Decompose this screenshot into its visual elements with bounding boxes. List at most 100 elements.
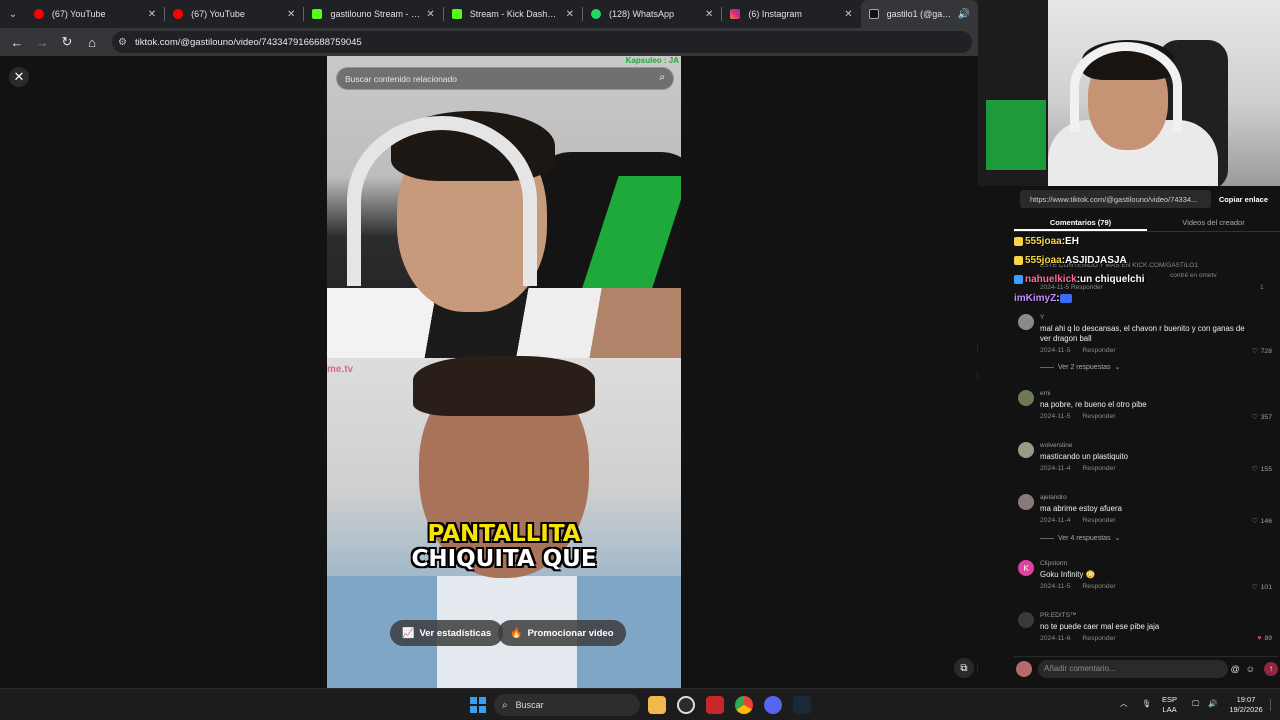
app-icon[interactable] [706, 696, 724, 714]
mention-icon[interactable]: @ [1231, 664, 1240, 674]
clock[interactable]: 19:07 19/2/2026 [1228, 695, 1264, 715]
tab-title: (67) YouTube [191, 9, 245, 19]
send-button[interactable]: ↑ [1264, 661, 1278, 676]
avatar[interactable] [1018, 494, 1034, 510]
reply-button[interactable]: Responder [1082, 413, 1115, 420]
comment-user[interactable]: Clipstorm [1040, 560, 1067, 567]
microphone-icon[interactable]: 🎙 [1142, 699, 1152, 709]
chevron-up-icon[interactable]: ︿ [1120, 699, 1128, 709]
badge-icon [1014, 256, 1023, 265]
like-button[interactable]: ♡ 155 [1252, 465, 1272, 473]
view-replies-button[interactable]: Ver 4 respuestas ⌄ [1040, 534, 1120, 542]
close-viewer-button[interactable]: ✕ [9, 67, 29, 87]
related-search-input[interactable]: Buscar contenido relacionado ⌕ [336, 67, 674, 90]
view-replies-button[interactable]: Ver 2 respuestas ⌄ [1040, 363, 1120, 371]
close-icon[interactable]: ✕ [148, 9, 156, 20]
reply-button[interactable]: Responder [1082, 465, 1115, 472]
language-indicator[interactable]: ESP LAA [1162, 695, 1177, 715]
browser-tab[interactable]: (67) YouTube ✕ [26, 0, 164, 28]
browser-tab[interactable]: (67) YouTube ✕ [165, 0, 303, 28]
comment-meta: 2024-11-5 Responder [1040, 413, 1116, 420]
speaker-icon[interactable]: 🔊 [958, 9, 970, 20]
comment-text: masticando un plastiquito [1040, 452, 1128, 461]
like-button[interactable]: ♡ 728 [1252, 347, 1272, 355]
comment-input[interactable]: Añadir comentario... [1038, 659, 1228, 678]
close-icon[interactable]: ✕ [287, 9, 295, 20]
start-button[interactable] [470, 697, 486, 713]
obs-icon[interactable] [677, 696, 695, 714]
taskbar-search[interactable]: ⌕ Buscar [494, 694, 640, 716]
chrome-icon[interactable] [735, 696, 753, 714]
comment-text: mal ahi q lo descansas, el chavon r buen… [1040, 324, 1245, 343]
comment-user[interactable]: PR.EDITS™ [1040, 612, 1076, 619]
chat-message: nahuelkick : un chiquelchi [1014, 270, 1280, 289]
browser-tab[interactable]: gastilouno Stream - Watch ✕ [304, 0, 442, 28]
volume-icon[interactable]: 🔊 [1208, 699, 1217, 709]
tab-title: gastilo1 (@gastilouno [886, 9, 952, 19]
emoji-icon[interactable]: ☺ [1246, 664, 1255, 674]
avatar[interactable] [1018, 314, 1034, 330]
like-count: 101 [1260, 584, 1272, 591]
tab-creator-videos[interactable]: Videos del creador [1147, 214, 1280, 231]
reply-button[interactable]: Responder [1082, 583, 1115, 590]
tab-comments[interactable]: Comentarios (79) [1014, 214, 1147, 231]
browser-tab[interactable]: (128) WhatsApp ✕ [583, 0, 721, 28]
tab-title: (128) WhatsApp [609, 9, 675, 19]
steam-icon[interactable] [793, 696, 811, 714]
comment-user[interactable]: wolverstine [1040, 442, 1073, 449]
heart-icon: ♡ [1251, 518, 1258, 525]
address-bar[interactable]: ⚙ tiktok.com/@gastilouno/video/743347916… [112, 31, 972, 53]
discord-icon[interactable] [764, 696, 782, 714]
display-icon[interactable]: 🖵 [1192, 699, 1199, 709]
comment-user[interactable]: emi [1040, 390, 1050, 397]
panel-tabs: Comentarios (79) Videos del creador [1014, 214, 1280, 232]
comment-item: emi na pobre, re bueno el otro pibe 2024… [1018, 390, 1280, 424]
avatar[interactable]: K [1018, 560, 1034, 576]
heart-icon: ♡ [1251, 414, 1258, 421]
reply-button[interactable]: Responder [1082, 347, 1115, 354]
comment-user[interactable]: ajelandro [1040, 494, 1067, 501]
browser-tab[interactable]: Stream - Kick Dashboard ✕ [444, 0, 582, 28]
site-info-icon[interactable]: ⚙ [118, 37, 127, 48]
close-icon[interactable]: ✕ [705, 9, 713, 20]
browser-tab-active[interactable]: gastilo1 (@gastilouno 🔊 [860, 0, 979, 28]
video-player[interactable]: me.tv Buscar contenido relacionado ⌕ Kap… [327, 56, 681, 688]
close-icon[interactable]: ✕ [566, 9, 574, 20]
reply-button[interactable]: Responder [1082, 517, 1115, 524]
clock-date: 19/2/2026 [1229, 705, 1263, 714]
file-explorer-icon[interactable] [648, 696, 666, 714]
video-caption: PANTALLITA CHIQUITA QUE [327, 522, 681, 572]
like-button[interactable]: ♡ 101 [1252, 583, 1272, 591]
promote-video-button[interactable]: 🔥 Promocionar video [498, 620, 626, 646]
tiktok-icon [868, 9, 879, 19]
close-icon[interactable]: ✕ [426, 9, 434, 20]
comment-user[interactable]: Y [1040, 314, 1044, 321]
comment-text: ma abrime estoy afuera [1040, 504, 1122, 513]
chat-text: EH [1065, 236, 1079, 247]
browser-toolbar: ← → ↻ ⌂ ⚙ tiktok.com/@gastilouno/video/7… [0, 28, 978, 56]
back-button[interactable]: ← [6, 31, 28, 53]
like-button[interactable]: ♡ 357 [1252, 413, 1272, 421]
reload-button[interactable]: ↻ [56, 31, 78, 53]
like-button[interactable]: ♡ 146 [1252, 517, 1272, 525]
related-search-placeholder: Buscar contenido relacionado [345, 73, 457, 84]
copy-link-button[interactable]: Copiar enlace [1211, 195, 1276, 204]
reply-button[interactable]: Responder [1082, 635, 1115, 642]
like-button[interactable]: ♥ 89 [1257, 635, 1272, 642]
search-icon[interactable]: ⌕ [659, 72, 665, 83]
home-button[interactable]: ⌂ [81, 31, 103, 53]
avatar[interactable] [1018, 442, 1034, 458]
comment-placeholder: Añadir comentario... [1044, 664, 1116, 673]
tab-search-button[interactable]: ⌄ [0, 0, 26, 28]
close-icon[interactable]: ✕ [844, 9, 852, 20]
avatar [1016, 660, 1032, 677]
avatar[interactable] [1018, 612, 1034, 628]
headset-image [347, 116, 537, 286]
floating-player-button[interactable]: ⧉ [954, 658, 974, 678]
browser-tab[interactable]: (6) Instagram ✕ [722, 0, 860, 28]
view-stats-button[interactable]: 📈 Ver estadísticas [390, 620, 504, 646]
show-desktop-button[interactable] [1270, 699, 1276, 711]
forward-button[interactable]: → [31, 31, 53, 53]
avatar[interactable] [1018, 390, 1034, 406]
share-link-field[interactable]: https://www.tiktok.com/@gastilouno/video… [1020, 190, 1211, 208]
